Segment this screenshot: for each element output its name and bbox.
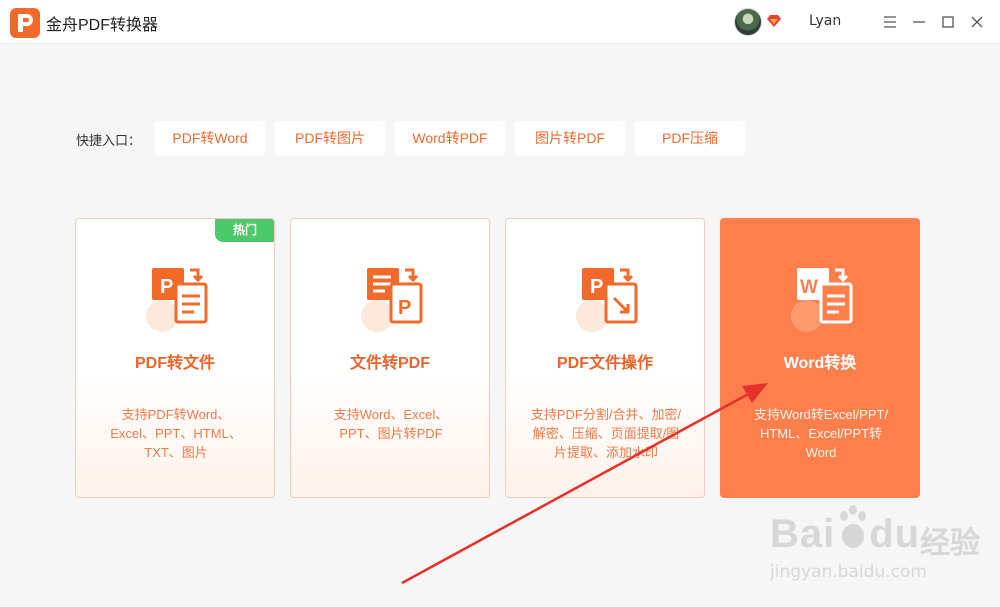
title-bar: 金舟PDF转换器 Lyan [0, 0, 1000, 44]
maximize-icon[interactable] [940, 14, 956, 30]
quick-pdf-compress-button[interactable]: PDF压缩 [635, 121, 745, 156]
menu-icon[interactable] [882, 14, 898, 30]
card-pdf-operations[interactable]: P PDF文件操作 支持PDF分割/合并、加密/ 解密、压缩、页面提取/图 片提… [505, 218, 705, 498]
app-title: 金舟PDF转换器 [46, 17, 159, 34]
card-description: 支持Word、Excel、 PPT、图片转PDF [333, 407, 449, 441]
word-convert-icon: W [791, 268, 853, 332]
quick-pdf-to-word-button[interactable]: PDF转Word [155, 121, 265, 156]
svg-text:P: P [398, 297, 411, 319]
watermark-url: jingyan.baidu.com [770, 562, 927, 582]
card-description: 支持PDF分割/合并、加密/ 解密、压缩、页面提取/图 片提取、添加水印 [530, 407, 682, 460]
quick-word-to-pdf-button[interactable]: Word转PDF [395, 121, 505, 156]
card-word-convert[interactable]: W Word转换 支持Word转Excel/PPT/ HTML、Excel/PP… [720, 218, 920, 498]
quick-image-to-pdf-button[interactable]: 图片转PDF [515, 121, 625, 156]
pdf-operations-icon: P [576, 268, 638, 332]
pdf-to-file-icon: P [146, 268, 208, 332]
svg-text:P: P [160, 276, 173, 298]
minimize-icon[interactable] [911, 14, 927, 30]
svg-text:W: W [800, 277, 818, 298]
quick-entry-label: 快捷入口： [76, 134, 142, 149]
card-title: PDF文件操作 [556, 355, 653, 372]
card-description: 支持PDF转Word、 Excel、PPT、HTML、 TXT、图片 [110, 407, 242, 460]
baidu-watermark: Bai du 经验 jingyan.baidu.com [770, 496, 990, 596]
card-description: 支持Word转Excel/PPT/ HTML、Excel/PPT转 Word [753, 407, 889, 460]
app-logo-icon [10, 8, 40, 38]
watermark-brand: Bai du [770, 512, 921, 556]
paw-icon [840, 505, 866, 548]
user-name[interactable]: Lyan [809, 13, 841, 29]
vip-diamond-icon[interactable] [766, 14, 782, 28]
card-title: PDF转文件 [134, 355, 215, 372]
card-title: Word转换 [783, 355, 857, 372]
hot-badge: 热门 [215, 219, 274, 242]
file-to-pdf-icon: P [361, 268, 423, 332]
close-icon[interactable] [969, 14, 985, 30]
svg-text:P: P [590, 276, 603, 298]
avatar[interactable] [734, 8, 762, 36]
watermark-cn: 经验 [920, 526, 980, 561]
card-pdf-to-file[interactable]: 热门 P PDF转文件 支持PDF转Word、 Excel、PPT、HTML、 … [75, 218, 275, 498]
card-title: 文件转PDF [349, 355, 430, 372]
quick-pdf-to-image-button[interactable]: PDF转图片 [275, 121, 385, 156]
card-file-to-pdf[interactable]: P 文件转PDF 支持Word、Excel、 PPT、图片转PDF [290, 218, 490, 498]
